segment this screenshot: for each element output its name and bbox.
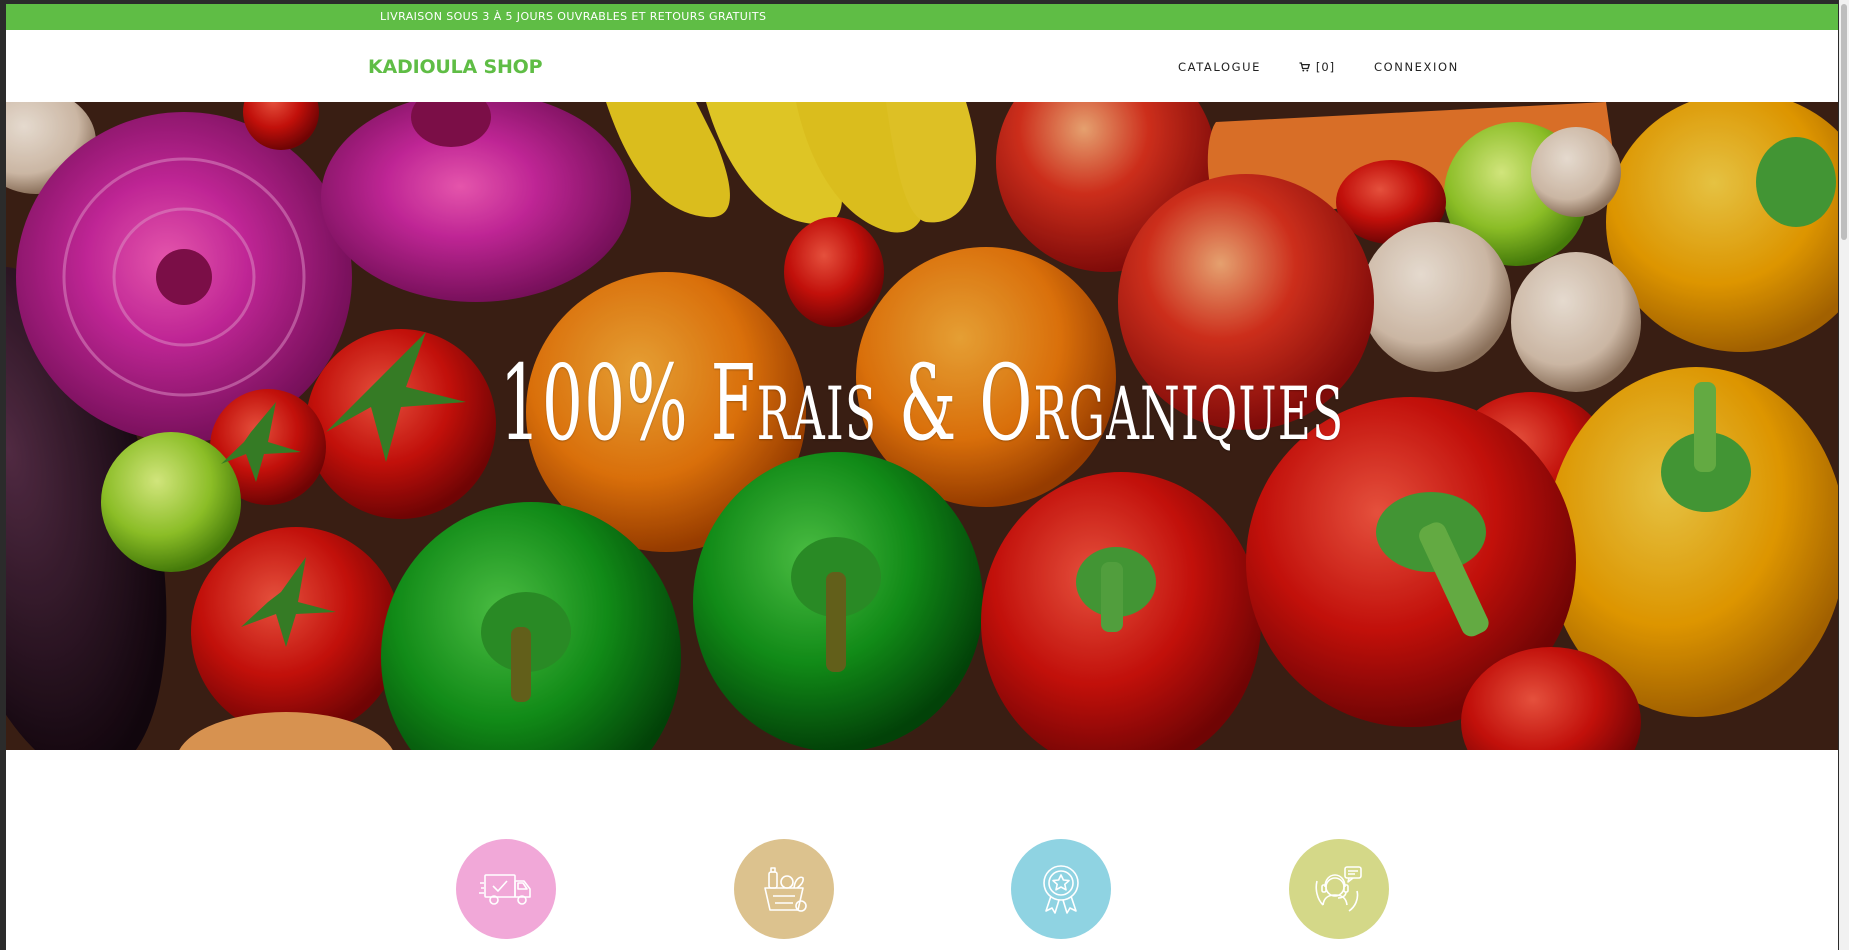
nav-cart-link[interactable]: [0]: [1299, 60, 1335, 74]
page: LIVRAISON SOUS 3 À 5 JOURS OUVRABLES ET …: [6, 4, 1838, 950]
feature-products[interactable]: [734, 839, 834, 939]
hero-title-part1: 100%: [499, 342, 711, 464]
feature-delivery[interactable]: [456, 839, 556, 939]
quality-badge-icon: [1043, 865, 1079, 914]
main-nav: CATALOGUE [0] CONNEXION: [6, 60, 1838, 80]
grocery-bag-icon: [764, 867, 807, 912]
customer-support-icon: [1315, 866, 1362, 912]
feature-support[interactable]: [1289, 839, 1389, 939]
hero-title: 100% Frais & Organiques: [354, 342, 1490, 464]
nav-catalogue-link[interactable]: CATALOGUE: [1178, 60, 1261, 74]
features-section: [6, 750, 1838, 950]
cart-count: [0]: [1315, 60, 1336, 74]
page-scrollbar[interactable]: [1839, 0, 1849, 950]
hero-title-part2: Frais & Organiques: [710, 342, 1345, 464]
scrollbar-thumb[interactable]: [1841, 4, 1847, 240]
promo-bar: LIVRAISON SOUS 3 À 5 JOURS OUVRABLES ET …: [6, 4, 1838, 30]
hero-banner: 100% Frais & Organiques: [6, 102, 1838, 750]
feature-quality[interactable]: [1011, 839, 1111, 939]
promo-text: LIVRAISON SOUS 3 À 5 JOURS OUVRABLES ET …: [380, 10, 767, 23]
nav-login-link[interactable]: CONNEXION: [1374, 60, 1459, 74]
site-header: KADIOULA SHOP CATALOGUE [0] CONNEXION: [6, 30, 1838, 102]
cart-icon: [1299, 60, 1315, 74]
delivery-truck-icon: [479, 874, 531, 905]
